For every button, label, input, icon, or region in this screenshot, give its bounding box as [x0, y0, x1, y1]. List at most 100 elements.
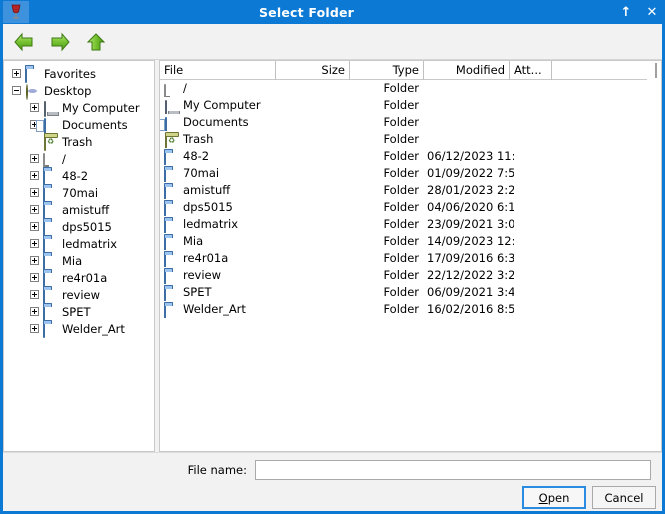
- tree-expander-plus-icon[interactable]: [30, 154, 39, 163]
- file-type-cell: Folder: [383, 183, 419, 197]
- tree-item-mia[interactable]: Mia: [4, 252, 154, 270]
- documents-icon: [43, 117, 59, 134]
- file-modified-cell: 06/12/2023 11:..: [427, 149, 514, 163]
- file-type-cell: Folder: [383, 166, 419, 180]
- folder-icon: [43, 202, 59, 219]
- file-size-cell: [276, 97, 350, 114]
- tree-expander-plus-icon[interactable]: [30, 171, 39, 180]
- tree-item-welder-art[interactable]: Welder_Art: [4, 320, 154, 338]
- file-list-panel[interactable]: File Size Type Modified Att... / Folder My Com…: [159, 60, 662, 452]
- tree-expander-minus-icon[interactable]: [12, 86, 21, 95]
- file-name-cell: Trash: [160, 131, 276, 148]
- filename-input[interactable]: [255, 460, 651, 480]
- file-list-row[interactable]: re4r01a Folder 17/09/2016 6:3..: [160, 250, 661, 267]
- tree-item-label: review: [62, 287, 101, 302]
- file-list-row[interactable]: / Folder: [160, 80, 661, 97]
- file-list-row[interactable]: amistuff Folder 28/01/2023 2:2..: [160, 182, 661, 199]
- folder-tree-panel[interactable]: Favorites Desktop My Computer Documents Tras…: [3, 60, 155, 452]
- tree-item-my-computer[interactable]: My Computer: [4, 99, 154, 117]
- list-scrollbar[interactable]: [647, 61, 661, 80]
- tree-expander-plus-icon[interactable]: [30, 273, 39, 282]
- tree-item-favorites[interactable]: Favorites: [4, 65, 154, 83]
- file-att-cell: [514, 284, 556, 301]
- file-list-row[interactable]: My Computer Folder: [160, 97, 661, 114]
- tree-item-review[interactable]: review: [4, 286, 154, 304]
- title-bar[interactable]: Select Folder ↑ ✕: [0, 0, 665, 24]
- green-left-arrow-icon: [14, 32, 33, 51]
- tree-expander-plus-icon[interactable]: [30, 103, 39, 112]
- tree-item-[interactable]: /: [4, 150, 154, 169]
- folder-icon: [164, 184, 180, 199]
- tree-item-re4r01a[interactable]: re4r01a: [4, 269, 154, 287]
- file-modified-cell: 22/12/2022 3:2..: [427, 268, 514, 282]
- file-list-row[interactable]: Mia Folder 14/09/2023 12:..: [160, 233, 661, 250]
- back-button[interactable]: [9, 27, 39, 57]
- tree-expander-plus-icon[interactable]: [30, 307, 39, 316]
- file-att-cell: [514, 216, 556, 233]
- column-header-type[interactable]: Type: [350, 61, 424, 80]
- filename-row: File name:: [3, 459, 662, 481]
- trash-icon: [43, 134, 59, 151]
- open-button[interactable]: Open: [522, 486, 586, 509]
- file-list-row[interactable]: Welder_Art Folder 16/02/2016 8:5..: [160, 301, 661, 318]
- tree-item-amistuff[interactable]: amistuff: [4, 201, 154, 219]
- tree-item-48-2[interactable]: 48-2: [4, 167, 154, 185]
- file-type-cell: Folder: [383, 115, 419, 129]
- tree-expander-plus-icon[interactable]: [12, 69, 21, 78]
- tree-expander-plus-icon[interactable]: [30, 324, 39, 333]
- file-list-row[interactable]: dps5015 Folder 04/06/2020 6:1..: [160, 199, 661, 216]
- file-name-label: Welder_Art: [183, 302, 246, 316]
- file-list-row[interactable]: review Folder 22/12/2022 3:2..: [160, 267, 661, 284]
- tree-item-70mai[interactable]: 70mai: [4, 184, 154, 202]
- tree-item-trash[interactable]: Trash: [4, 133, 154, 151]
- column-header-att[interactable]: Att...: [510, 61, 552, 80]
- folder-icon: [43, 287, 59, 304]
- file-type-cell: Folder: [383, 217, 419, 231]
- tree-item-spet[interactable]: SPET: [4, 303, 154, 321]
- file-list-row[interactable]: Trash Folder: [160, 131, 661, 148]
- tree-item-label: dps5015: [62, 219, 112, 234]
- tree-expander-plus-icon[interactable]: [30, 256, 39, 265]
- tree-item-dps5015[interactable]: dps5015: [4, 218, 154, 236]
- file-modified-cell: 17/09/2016 6:3..: [427, 251, 514, 265]
- file-name-cell: My Computer: [160, 97, 276, 114]
- file-name-cell: Welder_Art: [160, 301, 276, 318]
- tree-item-desktop[interactable]: Desktop: [4, 82, 154, 100]
- column-header-file[interactable]: File: [160, 61, 276, 80]
- file-type-cell: Folder: [383, 251, 419, 265]
- file-name-label: amistuff: [183, 183, 231, 197]
- file-list-row[interactable]: 48-2 Folder 06/12/2023 11:..: [160, 148, 661, 165]
- column-header-modified[interactable]: Modified: [424, 61, 510, 80]
- file-name-label: Documents: [183, 115, 249, 129]
- file-size-cell: [276, 182, 350, 199]
- tree-expander-plus-icon[interactable]: [30, 239, 39, 248]
- maximize-button[interactable]: ↑: [613, 0, 639, 24]
- cancel-button[interactable]: Cancel: [592, 486, 656, 509]
- open-button-label-rest: pen: [547, 490, 570, 505]
- folder-icon: [43, 253, 59, 270]
- file-modified-cell: 06/09/2021 3:4..: [427, 285, 514, 299]
- file-list-row[interactable]: ledmatrix Folder 23/09/2021 3:0..: [160, 216, 661, 233]
- tree-expander-plus-icon[interactable]: [30, 290, 39, 299]
- up-button[interactable]: [81, 27, 111, 57]
- tree-expander-plus-icon[interactable]: [30, 222, 39, 231]
- file-list-row[interactable]: Documents Folder: [160, 114, 661, 131]
- folder-icon: [164, 303, 180, 318]
- tree-expander-plus-icon[interactable]: [30, 188, 39, 197]
- file-size-cell: [276, 148, 350, 165]
- dialog-footer: File name: Open Cancel: [3, 452, 662, 511]
- column-header-size[interactable]: Size: [276, 61, 350, 80]
- file-list-row[interactable]: 70mai Folder 01/09/2022 7:5..: [160, 165, 661, 182]
- forward-button[interactable]: [45, 27, 75, 57]
- tree-expander-plus-icon[interactable]: [30, 205, 39, 214]
- tree-item-ledmatrix[interactable]: ledmatrix: [4, 235, 154, 253]
- folder-icon: [43, 270, 59, 287]
- folder-icon: [43, 185, 59, 202]
- file-list-row[interactable]: SPET Folder 06/09/2021 3:4..: [160, 284, 661, 301]
- tree-item-documents[interactable]: Documents: [4, 116, 154, 134]
- file-size-cell: [276, 301, 350, 318]
- file-type-cell: Folder: [383, 98, 419, 112]
- column-header-row[interactable]: File Size Type Modified Att...: [160, 61, 661, 80]
- folder-icon: [164, 150, 180, 165]
- close-button[interactable]: ✕: [639, 0, 665, 24]
